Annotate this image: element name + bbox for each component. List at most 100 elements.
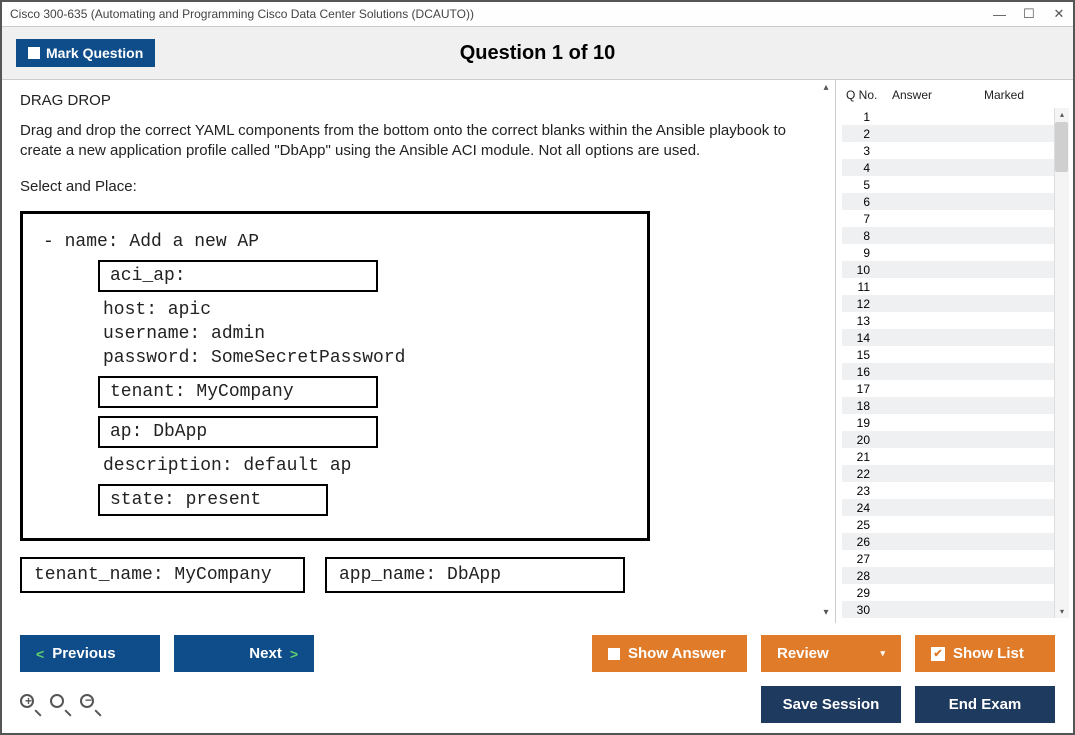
question-number: 9 xyxy=(842,246,882,260)
question-row[interactable]: 10 xyxy=(842,261,1069,278)
pb-description: description: default ap xyxy=(103,456,627,476)
question-row[interactable]: 14 xyxy=(842,329,1069,346)
zoom-out-icon[interactable] xyxy=(80,694,102,716)
question-row[interactable]: 9 xyxy=(842,244,1069,261)
close-icon[interactable]: ✕ xyxy=(1053,6,1065,22)
col-marked: Marked xyxy=(984,88,1065,102)
titlebar: Cisco 300-635 (Automating and Programmin… xyxy=(2,2,1073,27)
question-number: 16 xyxy=(842,365,882,379)
pb-password: password: SomeSecretPassword xyxy=(103,348,627,368)
question-number: 15 xyxy=(842,348,882,362)
question-number: 1 xyxy=(842,110,882,124)
scrollbar-down-icon[interactable]: ▾ xyxy=(1055,607,1069,616)
question-number: 25 xyxy=(842,518,882,532)
question-row[interactable]: 7 xyxy=(842,210,1069,227)
playbook-box: - name: Add a new AP aci_ap: host: apic … xyxy=(20,211,650,541)
question-row[interactable]: 21 xyxy=(842,448,1069,465)
show-list-button[interactable]: ✔ Show List xyxy=(915,635,1055,672)
previous-button[interactable]: < Previous xyxy=(20,635,160,672)
drag-option-tenant-name[interactable]: tenant_name: MyCompany xyxy=(20,557,305,593)
question-row[interactable]: 3 xyxy=(842,142,1069,159)
question-row[interactable]: 8 xyxy=(842,227,1069,244)
question-row[interactable]: 27 xyxy=(842,550,1069,567)
question-row[interactable]: 5 xyxy=(842,176,1069,193)
topbar: Mark Question Question 1 of 10 xyxy=(2,27,1073,80)
drop-target-state[interactable]: state: present xyxy=(98,484,328,516)
question-number: 11 xyxy=(842,280,882,294)
show-answer-label: Show Answer xyxy=(628,645,726,662)
sidebar-scrollbar[interactable]: ▴ ▾ xyxy=(1054,108,1069,618)
drag-option-app-name[interactable]: app_name: DbApp xyxy=(325,557,625,593)
review-label: Review xyxy=(777,645,829,662)
question-row[interactable]: 2 xyxy=(842,125,1069,142)
question-row[interactable]: 19 xyxy=(842,414,1069,431)
col-qno: Q No. xyxy=(846,88,892,102)
question-list[interactable]: ▴ ▾ 123456789101112131415161718192021222… xyxy=(842,108,1069,618)
question-row[interactable]: 4 xyxy=(842,159,1069,176)
question-row[interactable]: 11 xyxy=(842,278,1069,295)
pb-name-line: - name: Add a new AP xyxy=(43,232,627,252)
question-row[interactable]: 12 xyxy=(842,295,1069,312)
end-exam-label: End Exam xyxy=(949,696,1022,713)
question-number: 3 xyxy=(842,144,882,158)
question-number: 13 xyxy=(842,314,882,328)
question-row[interactable]: 15 xyxy=(842,346,1069,363)
review-button[interactable]: Review ▾ xyxy=(761,635,901,672)
question-row[interactable]: 22 xyxy=(842,465,1069,482)
question-number: 27 xyxy=(842,552,882,566)
question-row[interactable]: 24 xyxy=(842,499,1069,516)
question-number: 24 xyxy=(842,501,882,515)
question-number: 17 xyxy=(842,382,882,396)
question-number: 20 xyxy=(842,433,882,447)
end-exam-button[interactable]: End Exam xyxy=(915,686,1055,723)
question-row[interactable]: 28 xyxy=(842,567,1069,584)
mark-question-label: Mark Question xyxy=(46,45,143,61)
question-content: ▴ DRAG DROP Drag and drop the correct YA… xyxy=(2,80,835,623)
previous-label: Previous xyxy=(52,645,115,662)
question-row[interactable]: 17 xyxy=(842,380,1069,397)
zoom-controls xyxy=(20,694,102,716)
question-number: 22 xyxy=(842,467,882,481)
next-button[interactable]: Next > xyxy=(174,635,314,672)
drop-target-module[interactable]: aci_ap: xyxy=(98,260,378,292)
question-row[interactable]: 1 xyxy=(842,108,1069,125)
question-row[interactable]: 13 xyxy=(842,312,1069,329)
question-number: 4 xyxy=(842,161,882,175)
question-row[interactable]: 20 xyxy=(842,431,1069,448)
question-row[interactable]: 25 xyxy=(842,516,1069,533)
question-row[interactable]: 29 xyxy=(842,584,1069,601)
mark-question-button[interactable]: Mark Question xyxy=(16,39,155,67)
question-number: 29 xyxy=(842,586,882,600)
question-row[interactable]: 6 xyxy=(842,193,1069,210)
show-answer-button[interactable]: Show Answer xyxy=(592,635,747,672)
select-and-place-label: Select and Place: xyxy=(20,178,817,195)
zoom-in-icon[interactable] xyxy=(20,694,42,716)
question-row[interactable]: 16 xyxy=(842,363,1069,380)
scrollbar-up-icon[interactable]: ▴ xyxy=(1055,110,1069,119)
square-icon xyxy=(608,648,620,660)
save-session-button[interactable]: Save Session xyxy=(761,686,901,723)
next-label: Next xyxy=(249,645,282,662)
question-row[interactable]: 18 xyxy=(842,397,1069,414)
question-row[interactable]: 30 xyxy=(842,601,1069,618)
question-number: 18 xyxy=(842,399,882,413)
question-number: 10 xyxy=(842,263,882,277)
minimize-icon[interactable]: — xyxy=(993,7,1005,22)
drop-target-tenant[interactable]: tenant: MyCompany xyxy=(98,376,378,408)
question-row[interactable]: 23 xyxy=(842,482,1069,499)
question-row[interactable]: 26 xyxy=(842,533,1069,550)
save-session-label: Save Session xyxy=(783,696,880,713)
drag-options-row: tenant_name: MyCompany app_name: DbApp xyxy=(20,557,817,593)
drop-target-ap[interactable]: ap: DbApp xyxy=(98,416,378,448)
zoom-reset-icon[interactable] xyxy=(50,694,72,716)
col-answer: Answer xyxy=(892,88,984,102)
maximize-icon[interactable]: ☐ xyxy=(1023,6,1035,22)
scroll-up-icon[interactable]: ▴ xyxy=(819,82,833,96)
question-number: 12 xyxy=(842,297,882,311)
show-list-label: Show List xyxy=(953,645,1024,662)
scrollbar-thumb[interactable] xyxy=(1055,122,1068,172)
question-number: 26 xyxy=(842,535,882,549)
question-number: 30 xyxy=(842,603,882,617)
chevron-right-icon: > xyxy=(290,646,298,662)
scroll-down-icon[interactable]: ▾ xyxy=(819,607,833,621)
